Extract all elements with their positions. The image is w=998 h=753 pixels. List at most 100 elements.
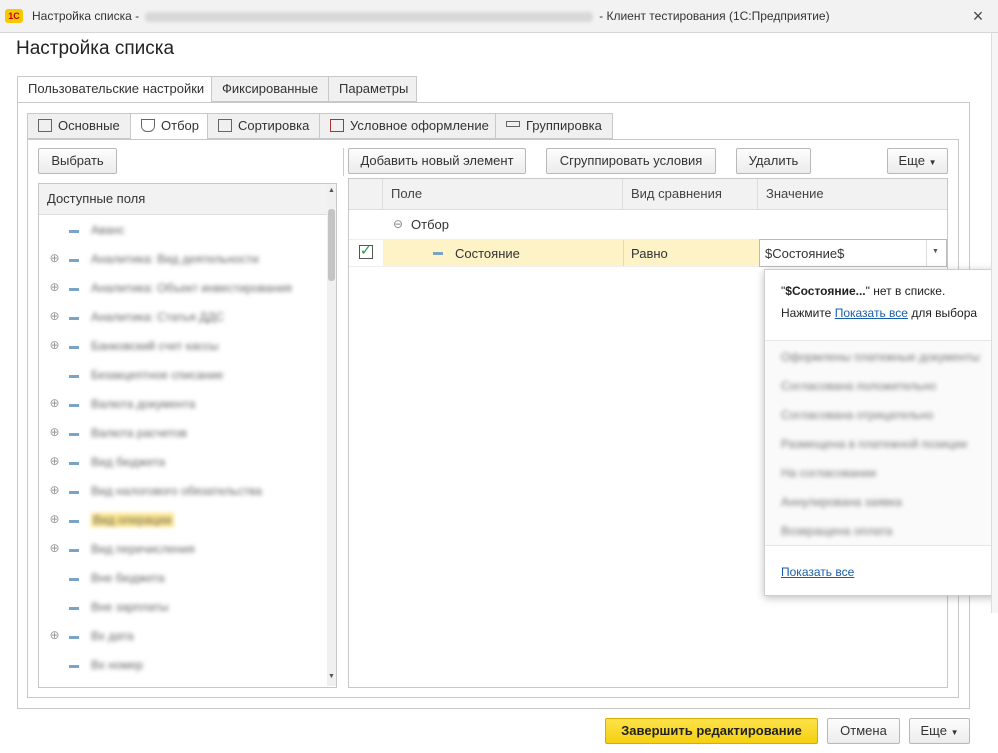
field-list-item[interactable]: ⊕ Валюта документа (39, 390, 327, 419)
delete-button[interactable]: Удалить (736, 148, 811, 174)
field-list-item[interactable]: ⊕ Вид бюджета (39, 448, 327, 477)
tab-grouping[interactable]: Группировка (495, 113, 613, 139)
expand-icon[interactable]: ⊕ (49, 252, 60, 264)
expand-icon[interactable]: ⊕ (49, 281, 60, 293)
field-list-item-label: Аналитика: Объект инвестирования (91, 281, 292, 295)
fields-scrollbar[interactable]: ▲ ▼ (327, 185, 336, 686)
field-list-item[interactable]: Аванс (39, 216, 327, 245)
field-list-item[interactable]: Вне бюджета (39, 564, 327, 593)
popup-item[interactable]: Размещена в платежной позиции (781, 437, 967, 451)
field-list-item-label: Аналитика: Статья ДДС (91, 310, 225, 324)
field-list-item[interactable]: ⊕ Вх дата (39, 622, 327, 651)
field-list-item-label: Банковский счет кассы (91, 339, 219, 353)
filter-condition-row[interactable]: ✓ Состояние Равно $Состояние$ ▼ (349, 239, 947, 267)
app-logo-icon: 1С (5, 9, 23, 23)
fields-container: Аванс ⊕ Аналитика: Вид деятельности ⊕ Аналит… (39, 216, 327, 686)
field-list-item[interactable]: ⊕ Аналитика: Вид деятельности (39, 245, 327, 274)
field-list-item[interactable]: ⊕ Вид операции (39, 506, 327, 535)
dropdown-arrow-icon: ▼ (950, 728, 959, 737)
footer-more-button[interactable]: Еще ▼ (909, 718, 970, 744)
filter-group-row[interactable]: ⊖ Отбор (349, 211, 947, 239)
field-list-item-label: Валюта документа (91, 397, 196, 411)
scroll-down-icon[interactable]: ▼ (328, 673, 335, 680)
field-list-item-label: Безакцептное списание (91, 368, 224, 382)
value-dropdown-popup: "$Состояние..." нет в списке. Нажмите По… (764, 269, 998, 596)
collapse-icon[interactable]: ⊖ (393, 217, 403, 231)
footer-more-label: Еще (920, 723, 947, 738)
filter-icon (141, 119, 155, 133)
popup-item[interactable]: Аннулирована заявка (781, 495, 902, 509)
field-dash-icon (69, 346, 79, 349)
expand-icon[interactable]: ⊕ (49, 455, 60, 467)
field-list-item[interactable]: ⊕ Аналитика: Объект инвестирования (39, 274, 327, 303)
checkmark-icon: ✓ (360, 242, 372, 258)
value-input-text[interactable]: $Состояние$ (765, 246, 844, 261)
grid-header-comparison[interactable]: Вид сравнения (623, 179, 758, 210)
not-in-list-message: "$Состояние..." нет в списке. (781, 284, 945, 298)
popup-item[interactable]: Возвращена оплата (781, 524, 892, 538)
grid-header-field[interactable]: Поле (383, 179, 623, 210)
value-dropdown-icon[interactable]: ▼ (932, 248, 939, 255)
field-list-item[interactable]: ⊕ Вид перечисления (39, 535, 327, 564)
field-list-item-label: Вне зарплаты (91, 600, 169, 614)
expand-icon[interactable]: ⊕ (49, 484, 60, 496)
expand-icon[interactable]: ⊕ (49, 397, 60, 409)
expand-icon[interactable]: ⊕ (49, 426, 60, 438)
field-dash-icon (69, 404, 79, 407)
tab-main[interactable]: Основные (27, 113, 131, 139)
field-list-item[interactable]: ⊕ Вид налогового обязательства (39, 477, 327, 506)
field-dash-icon (69, 433, 79, 436)
show-all-hint: Нажмите Показать все для выбора (781, 306, 977, 320)
scroll-up-icon[interactable]: ▲ (328, 187, 335, 194)
field-dash-icon (69, 317, 79, 320)
popup-item[interactable]: На согласовании (781, 466, 876, 480)
popup-item[interactable]: Согласована отрицательно (781, 408, 933, 422)
tab-filter[interactable]: Отбор (130, 113, 208, 140)
scrollbar-thumb[interactable] (328, 209, 335, 281)
msg-value: $Состояние... (785, 284, 866, 298)
group-conditions-button[interactable]: Сгруппировать условия (546, 148, 716, 174)
popup-item[interactable]: Оформлены платежные документы (781, 350, 980, 364)
show-all-link[interactable]: Показать все (781, 565, 854, 579)
tab-fixed[interactable]: Фиксированные (211, 76, 329, 102)
popup-item[interactable]: Согласована положительно (781, 379, 936, 393)
field-dash-icon (69, 462, 79, 465)
field-dash-icon (69, 665, 79, 668)
field-dash-icon (69, 288, 79, 291)
hint-prefix: Нажмите (781, 306, 832, 320)
tab-sort-label: Сортировка (238, 118, 310, 133)
field-list-item[interactable]: ⊕ Банковский счет кассы (39, 332, 327, 361)
field-list-item[interactable]: ⊕ Валюта расчетов (39, 419, 327, 448)
expand-icon[interactable]: ⊕ (49, 629, 60, 641)
field-list-item-label: Вх номер (91, 658, 144, 672)
tab-user-settings[interactable]: Пользовательские настройки (17, 76, 212, 103)
tab-parameters[interactable]: Параметры (328, 76, 417, 102)
expand-icon[interactable]: ⊕ (49, 310, 60, 322)
close-icon[interactable]: × (966, 4, 990, 28)
select-button[interactable]: Выбрать (38, 148, 117, 174)
value-input-field[interactable]: $Состояние$ ▼ (759, 239, 947, 267)
tab-sort[interactable]: Сортировка (207, 113, 320, 139)
finish-editing-button[interactable]: Завершить редактирование (605, 718, 818, 744)
field-list-item[interactable]: Безакцептное списание (39, 361, 327, 390)
field-list-item-label: Вне бюджета (91, 571, 165, 585)
cancel-button[interactable]: Отмена (827, 718, 900, 744)
condition-comparison[interactable]: Равно (631, 246, 668, 261)
value-dropdown-divider (926, 240, 927, 266)
more-button[interactable]: Еще ▼ (887, 148, 948, 174)
hint-show-all-link[interactable]: Показать все (835, 306, 908, 320)
field-dash-icon (69, 259, 79, 262)
expand-icon[interactable]: ⊕ (49, 542, 60, 554)
tab-conditional-format[interactable]: Условное оформление (319, 113, 496, 139)
field-list-item[interactable]: Вне зарплаты (39, 593, 327, 622)
condition-checkbox[interactable]: ✓ (359, 242, 373, 259)
field-list-item-label: Вх дата (91, 629, 134, 643)
grid-header-value[interactable]: Значение (758, 179, 947, 210)
available-fields-list: Доступные поля Аванс ⊕ Аналитика: Вид деят… (38, 183, 337, 688)
field-dash-icon (69, 578, 79, 581)
expand-icon[interactable]: ⊕ (49, 339, 60, 351)
add-new-element-button[interactable]: Добавить новый элемент (348, 148, 526, 174)
expand-icon[interactable]: ⊕ (49, 513, 60, 525)
field-list-item[interactable]: ⊕ Аналитика: Статья ДДС (39, 303, 327, 332)
field-list-item[interactable]: Вх номер (39, 651, 327, 680)
